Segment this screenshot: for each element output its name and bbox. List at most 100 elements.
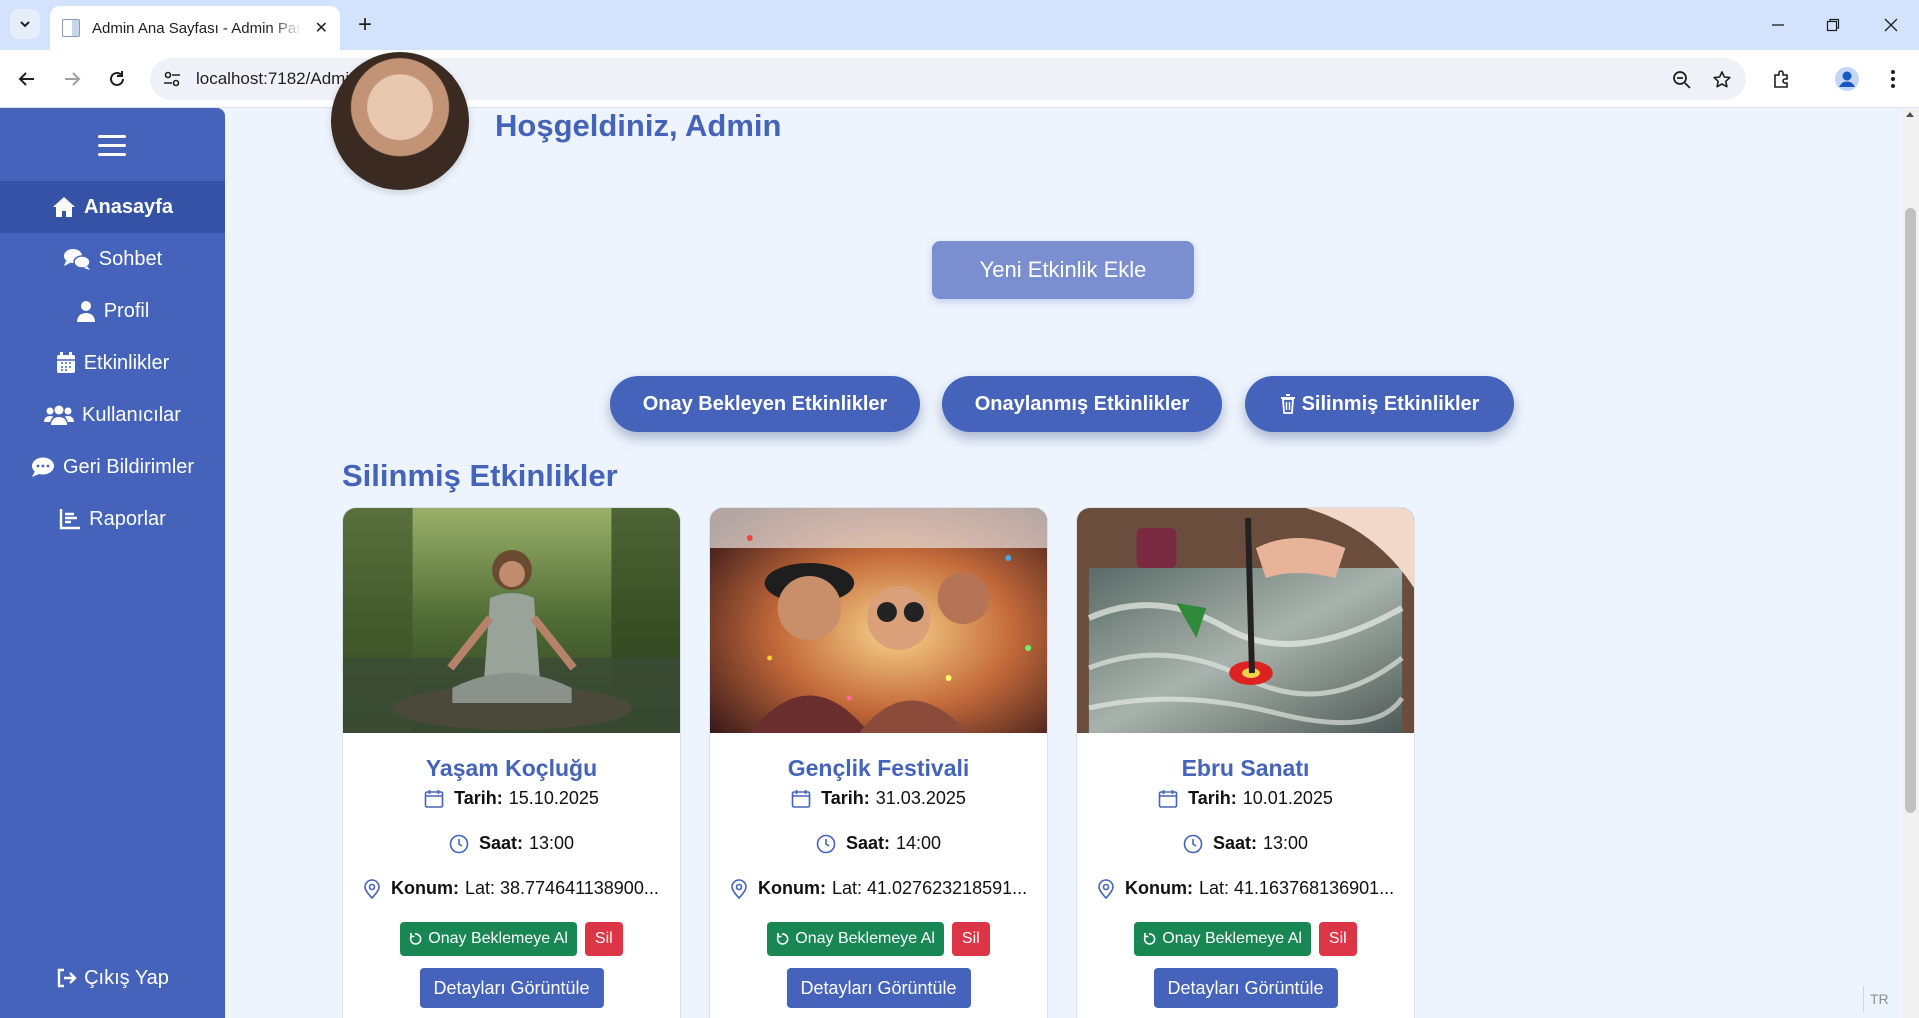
- delete-button[interactable]: Sil: [1318, 922, 1357, 956]
- restore-to-pending-button[interactable]: Onay Beklemeye Al: [400, 922, 577, 956]
- restore-label: Onay Beklemeye Al: [1162, 930, 1302, 947]
- close-icon: [1884, 18, 1898, 32]
- sidebar-item-raporlar[interactable]: Raporlar: [0, 493, 225, 545]
- close-tab-icon[interactable]: ✕: [315, 18, 328, 38]
- arrow-left-icon: [18, 72, 34, 86]
- minimize-icon: [1772, 24, 1784, 26]
- star-icon: [1713, 71, 1731, 88]
- delete-button[interactable]: Sil: [951, 922, 990, 956]
- sidebar-item-sohbet[interactable]: Sohbet: [0, 233, 225, 285]
- event-date: Tarih: 31.03.2025: [710, 788, 1047, 809]
- site-settings-icon[interactable]: [162, 69, 182, 89]
- puzzle-icon: [1774, 70, 1788, 88]
- zoom-button[interactable]: [1670, 68, 1694, 92]
- new-tab-button[interactable]: +: [350, 10, 380, 40]
- restore-icon: [1826, 18, 1840, 32]
- forward-button[interactable]: [55, 62, 89, 96]
- users-icon: [44, 405, 75, 425]
- add-event-button[interactable]: Yeni Etkinlik Ekle: [932, 241, 1194, 299]
- deleted-events-button[interactable]: Silinmiş Etkinlikler: [1245, 376, 1514, 432]
- view-details-button[interactable]: Detayları Görüntüle: [419, 968, 604, 1008]
- location-label: Konum:: [758, 878, 826, 898]
- location-value: Lat: 38.774641138900...: [464, 878, 659, 898]
- sidebar-item-etkinlikler[interactable]: Etkinlikler: [0, 337, 225, 389]
- undo-icon: [1144, 933, 1156, 945]
- card-actions: Onay Beklemeye Al Sil: [710, 922, 1047, 956]
- event-location: Konum: Lat: 41.163768136901...: [1077, 878, 1414, 899]
- reload-icon: [110, 71, 124, 86]
- event-image: [710, 508, 1047, 733]
- browser-toolbar: localhost:7182/Admin/AdminIndex: [0, 50, 1919, 108]
- language-indicator: TR: [1863, 986, 1889, 1012]
- browser-tab[interactable]: Admin Ana Sayfası - Admin Panel ✕: [50, 6, 340, 50]
- comment-icon: [31, 457, 54, 477]
- extensions-button[interactable]: [1765, 62, 1799, 96]
- date-value: 15.10.2025: [508, 788, 599, 808]
- chart-icon: [59, 509, 81, 530]
- sidebar-item-label: Raporlar: [89, 507, 166, 530]
- browser-menu-button[interactable]: [1876, 62, 1910, 96]
- sidebar-item-label: Anasayfa: [84, 195, 173, 218]
- restore-to-pending-button[interactable]: Onay Beklemeye Al: [1134, 922, 1311, 956]
- time-value: 13:00: [1262, 833, 1309, 853]
- location-label: Konum:: [1125, 878, 1193, 898]
- page-scrollbar[interactable]: [1902, 108, 1919, 1018]
- back-button[interactable]: [10, 62, 44, 96]
- tab-search-button[interactable]: [10, 9, 40, 39]
- time-label: Saat:: [478, 833, 523, 853]
- trash-icon: [1280, 394, 1295, 414]
- sidebar-item-geri-bildirimler[interactable]: Geri Bildirimler: [0, 441, 225, 493]
- home-icon: [53, 197, 76, 217]
- logout-button[interactable]: Çıkış Yap: [0, 958, 225, 998]
- calendar-icon: [1158, 789, 1178, 808]
- map-pin-icon: [731, 878, 747, 899]
- event-title: Yaşam Koçluğu: [425, 755, 598, 781]
- scrollbar-thumb[interactable]: [1905, 208, 1916, 813]
- reload-button[interactable]: [100, 62, 134, 96]
- sidebar-item-kullanicilar[interactable]: Kullanıcılar: [0, 389, 225, 441]
- restore-label: Onay Beklemeye Al: [795, 930, 935, 947]
- menu-toggle-icon[interactable]: [98, 135, 126, 157]
- chat-icon: [63, 249, 91, 270]
- sidebar-item-anasayfa[interactable]: Anasayfa: [0, 181, 225, 233]
- view-details-button[interactable]: Detayları Görüntüle: [786, 968, 971, 1008]
- time-label: Saat:: [1212, 833, 1257, 853]
- card-actions: Onay Beklemeye Al Sil: [343, 922, 680, 956]
- event-date: Tarih: 15.10.2025: [343, 788, 680, 809]
- clock-icon: [816, 834, 836, 853]
- approved-events-button[interactable]: Onaylanmış Etkinlikler: [942, 376, 1222, 432]
- event-title: Ebru Sanatı: [1181, 755, 1310, 781]
- calendar-icon: [791, 789, 811, 808]
- sidebar-item-profil[interactable]: Profil: [0, 285, 225, 337]
- map-pin-icon: [364, 878, 380, 899]
- date-label: Tarih:: [821, 788, 870, 808]
- date-label: Tarih:: [1188, 788, 1237, 808]
- close-window-button[interactable]: [1868, 8, 1914, 42]
- restore-button[interactable]: [1810, 8, 1856, 42]
- sidebar-item-label: Etkinlikler: [83, 351, 170, 374]
- restore-to-pending-button[interactable]: Onay Beklemeye Al: [767, 922, 944, 956]
- event-title: Gençlik Festivali: [787, 755, 970, 781]
- account-avatar-icon: [1835, 67, 1859, 91]
- date-value: 10.01.2025: [1242, 788, 1333, 808]
- map-pin-icon: [1098, 878, 1114, 899]
- bookmark-button[interactable]: [1710, 68, 1734, 92]
- admin-avatar: [331, 52, 469, 190]
- event-image: [343, 508, 680, 733]
- sidebar-item-label: Profil: [103, 299, 150, 322]
- date-label: Tarih:: [454, 788, 503, 808]
- pending-events-button[interactable]: Onay Bekleyen Etkinlikler: [610, 376, 920, 432]
- scroll-up-arrow-icon[interactable]: [1906, 112, 1914, 117]
- zoom-out-icon: [1673, 71, 1691, 89]
- view-details-button[interactable]: Detayları Görüntüle: [1153, 968, 1338, 1008]
- sign-out-icon: [57, 968, 77, 988]
- arrow-right-icon: [65, 72, 81, 86]
- sidebar-item-label: Sohbet: [98, 247, 163, 270]
- welcome-heading: Hoşgeldiniz, Admin: [495, 108, 782, 143]
- user-icon: [76, 301, 95, 322]
- event-card: Yaşam Koçluğu Tarih: 15.10.2025 Saat: 13…: [342, 507, 681, 1018]
- profile-button[interactable]: [1830, 62, 1864, 96]
- minimize-button[interactable]: [1755, 8, 1801, 42]
- logout-label: Çıkış Yap: [84, 966, 169, 989]
- delete-button[interactable]: Sil: [584, 922, 623, 956]
